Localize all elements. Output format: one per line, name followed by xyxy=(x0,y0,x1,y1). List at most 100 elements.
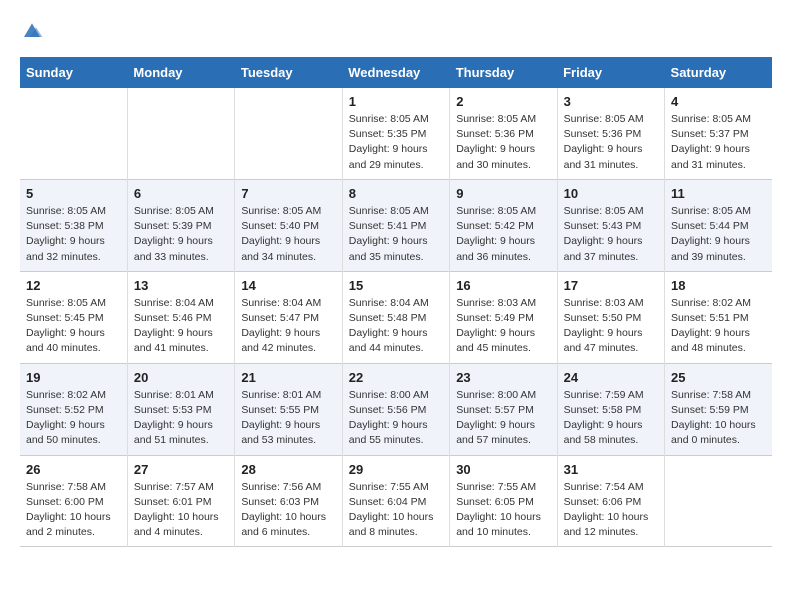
calendar-cell: 21Sunrise: 8:01 AM Sunset: 5:55 PM Dayli… xyxy=(235,363,342,455)
calendar-cell: 18 Sunrise: 8:02 AM Sunset: 5:51 PM Dayli… xyxy=(665,271,772,363)
day-number: 19 xyxy=(26,370,121,385)
day-info: Sunrise: 8:05 AM Sunset: 5:38 PM Dayligh… xyxy=(26,204,121,265)
day-info: Sunrise: 8:05 AM Sunset: 5:45 PM Dayligh… xyxy=(26,296,121,357)
day-number: 27 xyxy=(134,462,228,477)
calendar-cell: 8Sunrise: 8:05 AM Sunset: 5:41 PM Daylig… xyxy=(342,179,449,271)
calendar-cell: 7 Sunrise: 8:05 AM Sunset: 5:40 PM Daylig… xyxy=(235,179,342,271)
day-number: 14 xyxy=(241,278,335,293)
day-number: 13 xyxy=(134,278,228,293)
calendar-week-3: 12 Sunrise: 8:05 AM Sunset: 5:45 PM Dayli… xyxy=(20,271,772,363)
day-info: Sunrise: 7:57 AM Sunset: 6:01 PM Dayligh… xyxy=(134,480,228,541)
day-info: Sunrise: 8:00 AM Sunset: 5:56 PM Dayligh… xyxy=(349,388,443,449)
calendar-week-1: 1 Sunrise: 8:05 AM Sunset: 5:35 PM Daylig… xyxy=(20,88,772,179)
day-number: 2 xyxy=(456,94,550,109)
day-info: Sunrise: 8:05 AM Sunset: 5:43 PM Dayligh… xyxy=(564,204,658,265)
day-info: Sunrise: 8:05 AM Sunset: 5:36 PM Dayligh… xyxy=(564,112,658,173)
calendar-cell: 27 Sunrise: 7:57 AM Sunset: 6:01 PM Dayli… xyxy=(127,455,234,547)
calendar-cell: 17Sunrise: 8:03 AM Sunset: 5:50 PM Dayli… xyxy=(557,271,664,363)
weekday-header-sunday: Sunday xyxy=(20,57,127,88)
calendar-table: SundayMondayTuesdayWednesdayThursdayFrid… xyxy=(20,57,772,547)
calendar-cell: 23Sunrise: 8:00 AM Sunset: 5:57 PM Dayli… xyxy=(450,363,557,455)
day-number: 28 xyxy=(241,462,335,477)
calendar-cell: 10 Sunrise: 8:05 AM Sunset: 5:43 PM Dayli… xyxy=(557,179,664,271)
day-number: 6 xyxy=(134,186,228,201)
calendar-cell: 3 Sunrise: 8:05 AM Sunset: 5:36 PM Daylig… xyxy=(557,88,664,179)
day-number: 26 xyxy=(26,462,121,477)
calendar-cell xyxy=(665,455,772,547)
calendar-cell: 14 Sunrise: 8:04 AM Sunset: 5:47 PM Dayli… xyxy=(235,271,342,363)
day-info: Sunrise: 8:01 AM Sunset: 5:53 PM Dayligh… xyxy=(134,388,228,449)
day-number: 7 xyxy=(241,186,335,201)
day-info: Sunrise: 8:02 AM Sunset: 5:52 PM Dayligh… xyxy=(26,388,121,449)
calendar-cell: 28 Sunrise: 7:56 AM Sunset: 6:03 PM Dayli… xyxy=(235,455,342,547)
day-info: Sunrise: 8:05 AM Sunset: 5:39 PM Dayligh… xyxy=(134,204,228,265)
calendar-cell: 24 Sunrise: 7:59 AM Sunset: 5:58 PM Dayli… xyxy=(557,363,664,455)
day-info: Sunrise: 8:05 AM Sunset: 5:35 PM Dayligh… xyxy=(349,112,443,173)
calendar-cell: 1 Sunrise: 8:05 AM Sunset: 5:35 PM Daylig… xyxy=(342,88,449,179)
day-number: 22 xyxy=(349,370,443,385)
day-info: Sunrise: 8:04 AM Sunset: 5:48 PM Dayligh… xyxy=(349,296,443,357)
day-number: 16 xyxy=(456,278,550,293)
calendar-cell: 9 Sunrise: 8:05 AM Sunset: 5:42 PM Daylig… xyxy=(450,179,557,271)
day-info: Sunrise: 8:05 AM Sunset: 5:36 PM Dayligh… xyxy=(456,112,550,173)
day-number: 18 xyxy=(671,278,766,293)
calendar-cell: 26 Sunrise: 7:58 AM Sunset: 6:00 PM Dayli… xyxy=(20,455,127,547)
calendar-cell: 6 Sunrise: 8:05 AM Sunset: 5:39 PM Daylig… xyxy=(127,179,234,271)
day-number: 10 xyxy=(564,186,658,201)
day-number: 8 xyxy=(349,186,443,201)
calendar-cell: 29 Sunrise: 7:55 AM Sunset: 6:04 PM Dayli… xyxy=(342,455,449,547)
weekday-header-monday: Monday xyxy=(127,57,234,88)
day-info: Sunrise: 8:03 AM Sunset: 5:49 PM Dayligh… xyxy=(456,296,550,357)
calendar-cell: 22 Sunrise: 8:00 AM Sunset: 5:56 PM Dayli… xyxy=(342,363,449,455)
day-number: 31 xyxy=(564,462,658,477)
calendar-cell: 19 Sunrise: 8:02 AM Sunset: 5:52 PM Dayli… xyxy=(20,363,127,455)
calendar-cell: 31 Sunrise: 7:54 AM Sunset: 6:06 PM Dayli… xyxy=(557,455,664,547)
day-number: 21 xyxy=(241,370,335,385)
day-info: Sunrise: 8:05 AM Sunset: 5:37 PM Dayligh… xyxy=(671,112,766,173)
day-info: Sunrise: 8:05 AM Sunset: 5:42 PM Dayligh… xyxy=(456,204,550,265)
day-info: Sunrise: 8:05 AM Sunset: 5:40 PM Dayligh… xyxy=(241,204,335,265)
day-number: 25 xyxy=(671,370,766,385)
day-info: Sunrise: 7:58 AM Sunset: 5:59 PM Dayligh… xyxy=(671,388,766,449)
day-number: 24 xyxy=(564,370,658,385)
day-info: Sunrise: 7:56 AM Sunset: 6:03 PM Dayligh… xyxy=(241,480,335,541)
page-header xyxy=(20,20,772,41)
day-number: 29 xyxy=(349,462,443,477)
calendar-cell: 4 Sunrise: 8:05 AM Sunset: 5:37 PM Daylig… xyxy=(665,88,772,179)
day-info: Sunrise: 7:54 AM Sunset: 6:06 PM Dayligh… xyxy=(564,480,658,541)
weekday-header-row: SundayMondayTuesdayWednesdayThursdayFrid… xyxy=(20,57,772,88)
weekday-header-saturday: Saturday xyxy=(665,57,772,88)
calendar-week-4: 19 Sunrise: 8:02 AM Sunset: 5:52 PM Dayli… xyxy=(20,363,772,455)
day-number: 9 xyxy=(456,186,550,201)
calendar-cell: 25 Sunrise: 7:58 AM Sunset: 5:59 PM Dayli… xyxy=(665,363,772,455)
day-info: Sunrise: 7:55 AM Sunset: 6:04 PM Dayligh… xyxy=(349,480,443,541)
calendar-week-5: 26 Sunrise: 7:58 AM Sunset: 6:00 PM Dayli… xyxy=(20,455,772,547)
weekday-header-tuesday: Tuesday xyxy=(235,57,342,88)
day-number: 20 xyxy=(134,370,228,385)
weekday-header-wednesday: Wednesday xyxy=(342,57,449,88)
day-info: Sunrise: 8:04 AM Sunset: 5:47 PM Dayligh… xyxy=(241,296,335,357)
day-number: 1 xyxy=(349,94,443,109)
calendar-week-2: 5 Sunrise: 8:05 AM Sunset: 5:38 PM Daylig… xyxy=(20,179,772,271)
calendar-cell: 5 Sunrise: 8:05 AM Sunset: 5:38 PM Daylig… xyxy=(20,179,127,271)
calendar-cell: 12 Sunrise: 8:05 AM Sunset: 5:45 PM Dayli… xyxy=(20,271,127,363)
calendar-cell xyxy=(127,88,234,179)
day-number: 23 xyxy=(456,370,550,385)
day-number: 5 xyxy=(26,186,121,201)
day-number: 11 xyxy=(671,186,766,201)
day-info: Sunrise: 8:05 AM Sunset: 5:44 PM Dayligh… xyxy=(671,204,766,265)
day-info: Sunrise: 8:04 AM Sunset: 5:46 PM Dayligh… xyxy=(134,296,228,357)
weekday-header-thursday: Thursday xyxy=(450,57,557,88)
day-number: 15 xyxy=(349,278,443,293)
calendar-cell: 15 Sunrise: 8:04 AM Sunset: 5:48 PM Dayli… xyxy=(342,271,449,363)
calendar-cell: 20 Sunrise: 8:01 AM Sunset: 5:53 PM Dayli… xyxy=(127,363,234,455)
day-number: 12 xyxy=(26,278,121,293)
logo xyxy=(20,20,48,41)
day-info: Sunrise: 7:59 AM Sunset: 5:58 PM Dayligh… xyxy=(564,388,658,449)
logo-icon xyxy=(20,21,44,41)
day-number: 4 xyxy=(671,94,766,109)
calendar-cell: 30Sunrise: 7:55 AM Sunset: 6:05 PM Dayli… xyxy=(450,455,557,547)
day-number: 3 xyxy=(564,94,658,109)
day-info: Sunrise: 8:02 AM Sunset: 5:51 PM Dayligh… xyxy=(671,296,766,357)
day-info: Sunrise: 7:58 AM Sunset: 6:00 PM Dayligh… xyxy=(26,480,121,541)
